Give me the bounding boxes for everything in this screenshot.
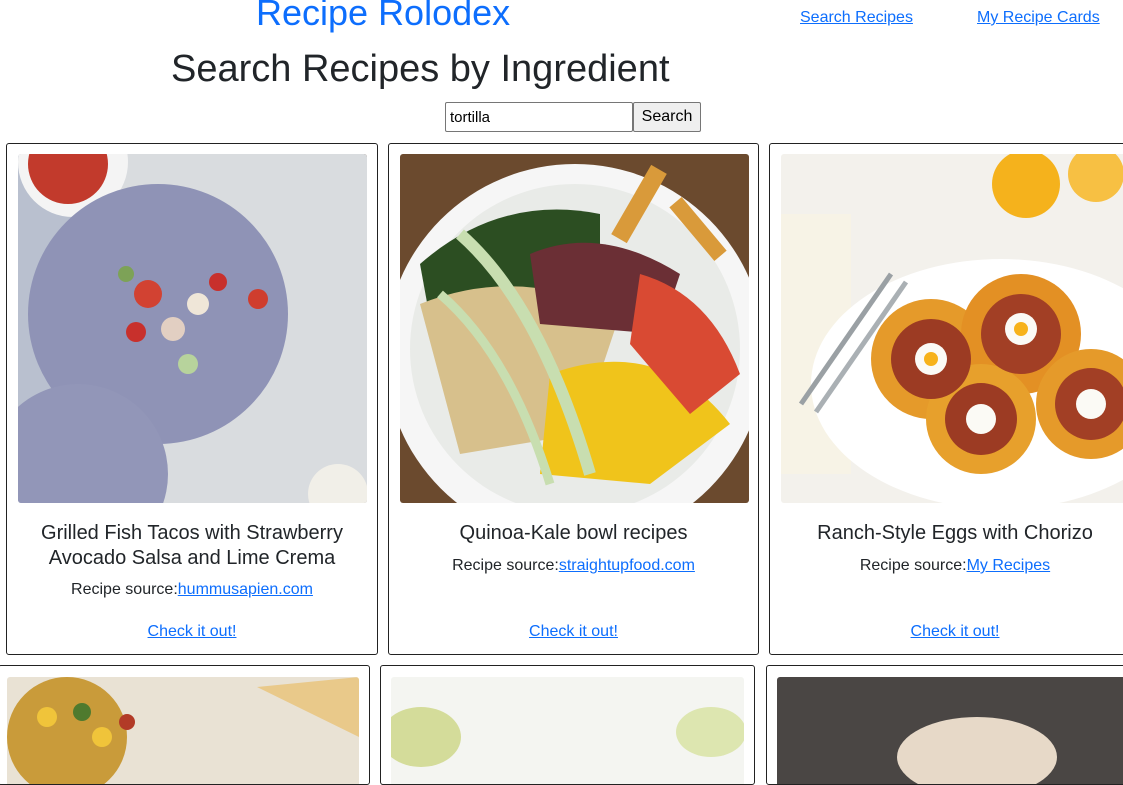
recipe-source: Recipe source:hummusapien.com <box>7 581 377 599</box>
check-it-out-link[interactable]: Check it out! <box>911 623 1000 640</box>
recipe-photo <box>7 677 359 784</box>
recipe-source-link[interactable]: straightupfood.com <box>559 557 695 574</box>
page-title: Search Recipes by Ingredient <box>171 48 670 90</box>
recipe-source: Recipe source:My Recipes <box>770 557 1123 575</box>
recipe-card <box>0 665 370 785</box>
recipe-source-label: Recipe source: <box>859 557 967 574</box>
fish-tacos-photo <box>18 154 367 503</box>
recipe-source: Recipe source:straightupfood.com <box>389 557 758 575</box>
recipe-card: Ranch-Style Eggs with Chorizo Recipe sou… <box>769 143 1123 655</box>
search-input[interactable] <box>445 102 633 132</box>
recipe-title: Grilled Fish Tacos with Strawberry Avoca… <box>41 522 343 569</box>
recipe-photo <box>391 677 744 784</box>
recipe-card: Grilled Fish Tacos with Strawberry Avoca… <box>6 143 378 655</box>
recipe-photo <box>777 677 1123 784</box>
recipe-card <box>766 665 1123 785</box>
ranch-eggs-photo <box>781 154 1123 503</box>
recipe-title: Ranch-Style Eggs with Chorizo <box>817 522 1093 544</box>
check-it-out-row: Check it out! <box>389 623 758 641</box>
nav-my-recipe-cards[interactable]: My Recipe Cards <box>977 9 1100 27</box>
recipe-card <box>380 665 755 785</box>
recipe-title: Quinoa-Kale bowl recipes <box>459 522 688 544</box>
quinoa-kale-bowl-photo <box>400 154 749 503</box>
nav-search-recipes[interactable]: Search Recipes <box>800 9 913 27</box>
search-button[interactable]: Search <box>633 102 701 132</box>
check-it-out-link[interactable]: Check it out! <box>529 623 618 640</box>
recipe-source-label: Recipe source: <box>71 581 178 598</box>
recipe-source-link[interactable]: hummusapien.com <box>178 581 313 598</box>
check-it-out-row: Check it out! <box>7 623 377 641</box>
check-it-out-link[interactable]: Check it out! <box>148 623 237 640</box>
recipe-source-link[interactable]: My Recipes <box>967 557 1051 574</box>
recipe-card: Quinoa-Kale bowl recipes Recipe source:s… <box>388 143 759 655</box>
check-it-out-row: Check it out! <box>770 623 1123 641</box>
recipe-source-label: Recipe source: <box>452 557 559 574</box>
brand-link[interactable]: Recipe Rolodex <box>256 0 510 34</box>
